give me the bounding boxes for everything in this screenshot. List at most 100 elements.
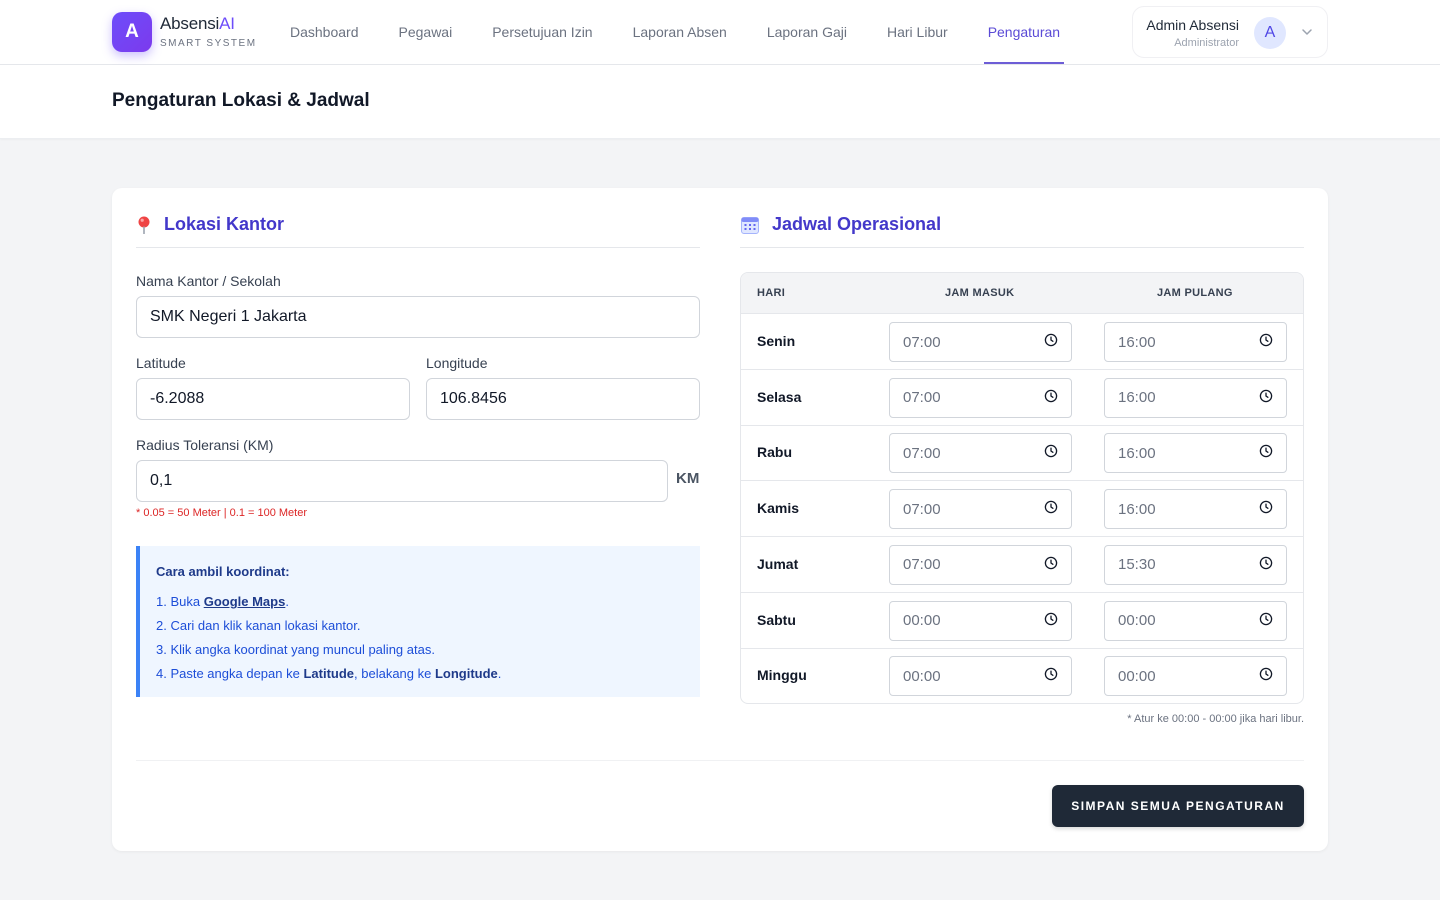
jam-masuk-value: 00:00 xyxy=(903,612,941,629)
guide-title: Cara ambil koordinat: xyxy=(156,564,290,579)
guide-step-4: 4. Paste angka depan ke Latitude, belaka… xyxy=(156,662,501,686)
office-name-label: Nama Kantor / Sekolah xyxy=(136,273,281,289)
jam-masuk-input-jumat[interactable]: 07:00 xyxy=(889,544,1072,585)
radius-hint: * 0.05 = 50 Meter | 0.1 = 100 Meter xyxy=(136,507,308,519)
jam-masuk-value: 00:00 xyxy=(903,667,941,685)
office-name-input[interactable]: SMK Negeri 1 Jakarta xyxy=(136,296,700,338)
jam-pulang-input-senin[interactable]: 16:00 xyxy=(1104,322,1287,362)
main-nav: Dashboard Pegawai Persetujuan Izin Lapor… xyxy=(270,0,1080,64)
nav-pegawai[interactable]: Pegawai xyxy=(379,0,473,64)
user-name: Admin Absensi xyxy=(1146,17,1239,33)
clock-icon[interactable] xyxy=(1259,556,1273,574)
page-title: Pengaturan Lokasi & Jadwal xyxy=(112,90,370,111)
coordinate-guide: Cara ambil koordinat: 1. Buka Google Map… xyxy=(136,546,700,697)
day-label-kamis: Kamis xyxy=(757,500,800,517)
table-row: Rabu 07:00 16:00 xyxy=(741,425,1303,482)
nav-pengaturan[interactable]: Pengaturan xyxy=(968,0,1080,64)
jam-pulang-input-selasa[interactable]: 16:00 xyxy=(1104,377,1287,418)
nav-laporan-gaji[interactable]: Laporan Gaji xyxy=(747,0,867,64)
top-navbar: A AbsensiAI SMART SYSTEM Dashboard Pegaw… xyxy=(0,0,1440,65)
schedule-table: HARI JAM MASUK JAM PULANG Senin 07:00 16:0… xyxy=(740,272,1304,704)
settings-card: Lokasi Kantor Nama Kantor / Sekolah SMK … xyxy=(112,188,1328,851)
clock-icon[interactable] xyxy=(1259,612,1273,630)
radius-label: Radius Toleransi (KM) xyxy=(136,437,274,453)
guide-step-4-mid: , belakang ke xyxy=(354,666,435,681)
jam-masuk-value: 07:00 xyxy=(903,444,941,462)
jam-pulang-value: 15:30 xyxy=(1118,556,1156,574)
clock-icon[interactable] xyxy=(1259,333,1273,351)
jam-pulang-input-rabu[interactable]: 16:00 xyxy=(1104,433,1287,474)
jam-masuk-input-rabu[interactable]: 07:00 xyxy=(889,433,1072,474)
radius-input[interactable]: 0,1 xyxy=(136,460,668,502)
nav-persetujuan-izin[interactable]: Persetujuan Izin xyxy=(472,0,612,64)
radius-unit: KM xyxy=(676,470,700,487)
jam-masuk-value: 07:00 xyxy=(903,333,941,351)
guide-step-3: 3. Klik angka koordinat yang muncul pali… xyxy=(156,642,435,657)
clock-icon[interactable] xyxy=(1044,333,1058,351)
jam-pulang-input-minggu[interactable]: 00:00 xyxy=(1104,656,1287,697)
guide-step-4-prefix: 4. Paste angka depan ke xyxy=(156,666,304,681)
clock-icon[interactable] xyxy=(1044,500,1058,518)
clock-icon[interactable] xyxy=(1259,667,1273,685)
jam-masuk-input-sabtu[interactable]: 00:00 xyxy=(889,600,1072,641)
clock-icon[interactable] xyxy=(1044,612,1058,630)
guide-step-2: 2. Cari dan klik kanan lokasi kantor. xyxy=(156,618,361,633)
latitude-input[interactable]: -6.2088 xyxy=(136,378,410,420)
jam-pulang-value: 16:00 xyxy=(1118,444,1156,462)
jam-masuk-input-minggu[interactable]: 00:00 xyxy=(889,656,1072,697)
jam-pulang-value: 00:00 xyxy=(1118,612,1156,629)
table-row: Sabtu 00:00 00:00 xyxy=(741,593,1303,649)
divider xyxy=(136,760,1304,761)
location-title-text: Lokasi Kantor xyxy=(164,214,285,234)
jam-pulang-input-kamis[interactable]: 16:00 xyxy=(1104,489,1287,530)
day-label-senin: Senin xyxy=(757,333,796,349)
user-role: Administrator xyxy=(1174,37,1239,49)
longitude-input[interactable]: 106.8456 xyxy=(426,378,700,420)
chevron-down-icon[interactable] xyxy=(1300,25,1314,39)
nav-laporan-absen[interactable]: Laporan Absen xyxy=(613,0,747,64)
brand-name-accent: AI xyxy=(219,14,235,33)
jam-pulang-value: 16:00 xyxy=(1118,333,1156,351)
google-maps-link[interactable]: Google Maps xyxy=(204,594,286,609)
clock-icon[interactable] xyxy=(1044,389,1058,407)
day-label-sabtu: Sabtu xyxy=(757,611,796,628)
brand-subtitle: SMART SYSTEM xyxy=(160,38,257,49)
header-jam-pulang: JAM PULANG xyxy=(1157,287,1233,299)
day-label-jumat: Jumat xyxy=(757,555,799,572)
guide-steps: 1. Buka Google Maps. 2. Cari dan klik ka… xyxy=(156,590,501,686)
user-menu[interactable]: Admin Absensi Administrator A xyxy=(1132,6,1328,58)
clock-icon[interactable] xyxy=(1044,667,1058,685)
clock-icon[interactable] xyxy=(1259,444,1273,462)
jam-pulang-value: 16:00 xyxy=(1118,500,1156,518)
latitude-label: Latitude xyxy=(136,355,186,371)
clock-icon[interactable] xyxy=(1044,556,1058,574)
avatar[interactable]: A xyxy=(1254,17,1286,49)
divider xyxy=(136,247,700,248)
save-all-button[interactable]: SIMPAN SEMUA PENGATURAN xyxy=(1052,785,1304,827)
jam-pulang-input-sabtu[interactable]: 00:00 xyxy=(1104,600,1287,641)
nav-hari-libur[interactable]: Hari Libur xyxy=(867,0,968,64)
jam-masuk-input-selasa[interactable]: 07:00 xyxy=(889,377,1072,418)
schedule-title-text: Jadwal Operasional xyxy=(772,214,942,234)
guide-step-4-suffix: . xyxy=(497,666,502,681)
location-section-title: Lokasi Kantor xyxy=(136,214,284,235)
day-label-selasa: Selasa xyxy=(757,388,802,405)
jam-masuk-value: 07:00 xyxy=(903,556,941,574)
brand-name-main: Absensi xyxy=(160,14,220,33)
pin-icon xyxy=(138,216,150,234)
jam-pulang-input-jumat[interactable]: 15:30 xyxy=(1104,544,1287,585)
guide-step-4-latitude: Latitude xyxy=(303,666,355,681)
guide-step-1-prefix: 1. Buka xyxy=(156,594,204,609)
brand-name: AbsensiAI xyxy=(160,14,235,34)
schedule-note: * Atur ke 00:00 - 00:00 jika hari libur. xyxy=(1127,713,1304,725)
divider xyxy=(740,247,1304,248)
nav-dashboard[interactable]: Dashboard xyxy=(270,0,379,64)
table-row: Selasa 07:00 16:00 xyxy=(741,370,1303,426)
jam-masuk-input-kamis[interactable]: 07:00 xyxy=(889,489,1072,530)
jam-masuk-input-senin[interactable]: 07:00 xyxy=(889,322,1072,362)
table-row: Kamis 07:00 16:00 xyxy=(741,481,1303,538)
logo[interactable]: A xyxy=(112,12,152,52)
clock-icon[interactable] xyxy=(1259,500,1273,518)
clock-icon[interactable] xyxy=(1259,389,1273,407)
clock-icon[interactable] xyxy=(1044,444,1058,462)
